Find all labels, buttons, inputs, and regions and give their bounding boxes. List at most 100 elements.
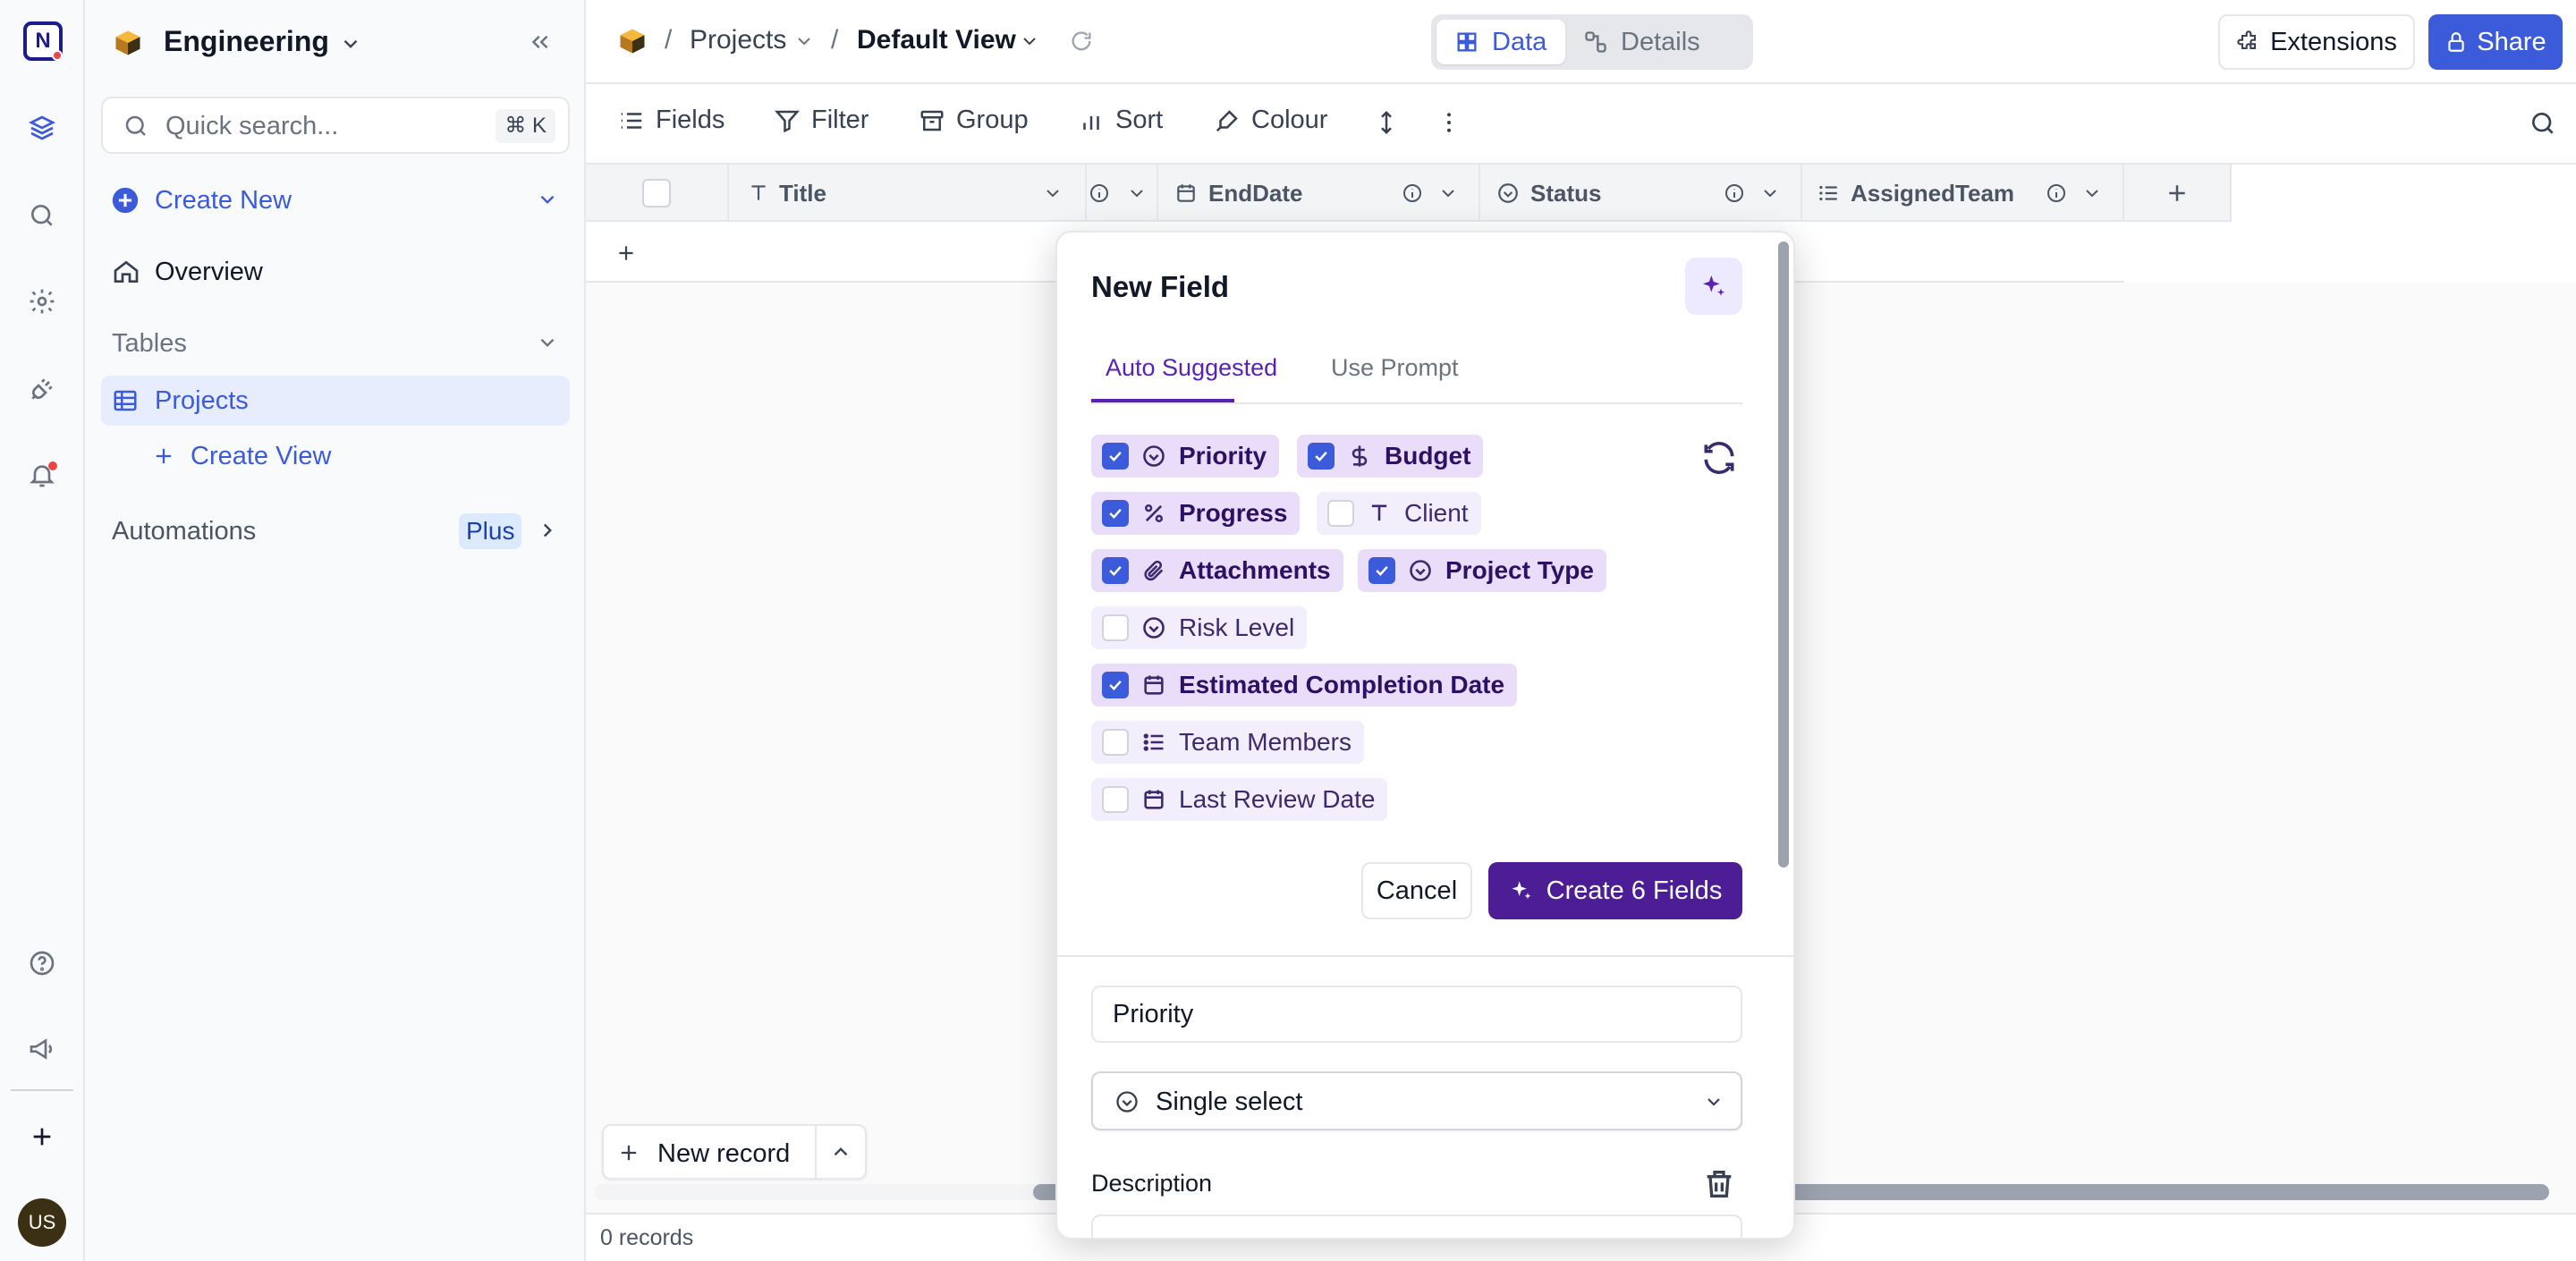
- help-icon[interactable]: [21, 943, 63, 984]
- tab-use-prompt[interactable]: Use Prompt: [1331, 354, 1459, 382]
- tab-data[interactable]: Data: [1436, 20, 1565, 64]
- checkbox-unchecked[interactable]: [1102, 786, 1129, 813]
- column-status[interactable]: Status: [1480, 165, 1802, 222]
- lock-icon: [2448, 32, 2464, 52]
- column-title[interactable]: Title: [729, 165, 1087, 222]
- suggestion-chip-last-review-date[interactable]: Last Review Date: [1091, 778, 1388, 821]
- sidebar-item-projects[interactable]: Projects: [101, 376, 570, 426]
- field-type-value: Single select: [1156, 1088, 1303, 1116]
- chevron-down-icon[interactable]: [339, 32, 362, 55]
- divider: [815, 1126, 817, 1178]
- checkbox-checked[interactable]: [1368, 557, 1395, 584]
- megaphone-icon[interactable]: [21, 1028, 63, 1070]
- column-title-label: Title: [779, 179, 826, 207]
- tables-section-header[interactable]: Tables: [101, 318, 570, 368]
- checkbox-unchecked[interactable]: [1102, 729, 1129, 756]
- description-input[interactable]: [1091, 1214, 1742, 1238]
- chevron-down-icon[interactable]: [1437, 182, 1459, 204]
- ai-sparkle-button[interactable]: [1685, 258, 1742, 315]
- extensions-button[interactable]: Extensions: [2218, 14, 2415, 70]
- checkbox-checked[interactable]: [1102, 672, 1129, 698]
- row-height-icon[interactable]: [1373, 109, 1400, 136]
- create-new-button[interactable]: Create New: [101, 175, 570, 225]
- grid-header: Title EndDate Status AssignedTeam: [586, 165, 2232, 222]
- info-icon[interactable]: [1724, 182, 1745, 204]
- trash-icon[interactable]: [1701, 1166, 1737, 1202]
- column-enddate[interactable]: EndDate: [1158, 165, 1480, 222]
- column-assignedteam-label: AssignedTeam: [1851, 179, 2015, 207]
- suggestion-chip-progress[interactable]: Progress: [1091, 492, 1301, 535]
- checkbox-checked[interactable]: [1308, 443, 1335, 470]
- breadcrumb-view[interactable]: Default View: [857, 25, 1016, 55]
- chevron-down-icon[interactable]: [2081, 182, 2103, 204]
- create-fields-button[interactable]: Create 6 Fields: [1488, 862, 1742, 919]
- add-column-button[interactable]: [2124, 165, 2232, 222]
- plus-icon: [619, 246, 633, 260]
- view-toolbar: Fields Filter Group Sort Colour: [586, 84, 2576, 165]
- collapse-sidebar-icon[interactable]: [527, 29, 554, 55]
- plus-icon[interactable]: [21, 1116, 63, 1157]
- dialog-scrollbar[interactable]: [1778, 241, 1789, 867]
- fields-button[interactable]: Fields: [618, 106, 724, 135]
- chevron-down-icon[interactable]: [1759, 182, 1781, 204]
- column-hidden-partial[interactable]: [1087, 165, 1158, 222]
- share-button[interactable]: Share: [2428, 14, 2563, 70]
- more-icon[interactable]: [1436, 109, 1462, 136]
- field-type-select[interactable]: Single select: [1091, 1071, 1742, 1130]
- extensions-label: Extensions: [2270, 27, 2397, 56]
- search-icon[interactable]: [2529, 109, 2557, 138]
- home-icon: [114, 260, 139, 283]
- filter-button[interactable]: Filter: [774, 106, 869, 135]
- suggestion-chip-risk-level[interactable]: Risk Level: [1091, 606, 1308, 649]
- refresh-icon[interactable]: [1699, 438, 1739, 478]
- tab-auto-suggested[interactable]: Auto Suggested: [1106, 354, 1277, 382]
- settings-icon[interactable]: [21, 281, 63, 322]
- suggestion-chip-attachments[interactable]: Attachments: [1091, 549, 1343, 592]
- checkbox-checked[interactable]: [1102, 500, 1129, 527]
- checkbox-checked[interactable]: [1102, 443, 1129, 470]
- search-icon[interactable]: [21, 195, 63, 236]
- quick-search-input[interactable]: Quick search... ⌘ K: [101, 97, 570, 154]
- suggestion-chip-team-members[interactable]: Team Members: [1091, 721, 1364, 764]
- cancel-button[interactable]: Cancel: [1361, 862, 1472, 919]
- suggestion-chip-budget[interactable]: Budget: [1297, 435, 1484, 478]
- database-icon[interactable]: [21, 107, 63, 148]
- create-view-button[interactable]: Create View: [101, 431, 570, 481]
- tab-details[interactable]: Details: [1574, 20, 1748, 64]
- search-icon: [125, 115, 146, 136]
- chevron-down-icon[interactable]: [1019, 30, 1040, 52]
- user-avatar[interactable]: US: [18, 1198, 66, 1247]
- chevron-down-icon: [540, 338, 555, 347]
- bell-icon[interactable]: [21, 454, 63, 495]
- new-record-button[interactable]: New record: [602, 1124, 867, 1180]
- suggestion-chip-priority[interactable]: Priority: [1091, 435, 1280, 478]
- suggestion-chip-project-type[interactable]: Project Type: [1358, 549, 1606, 592]
- column-assignedteam[interactable]: AssignedTeam: [1802, 165, 2124, 222]
- sort-button[interactable]: Sort: [1078, 106, 1163, 135]
- chevron-up-icon[interactable]: [829, 1140, 852, 1164]
- suggestion-chip-client[interactable]: Client: [1317, 492, 1481, 535]
- select-all-checkbox[interactable]: [642, 179, 671, 207]
- table-icon: [114, 390, 137, 411]
- reload-icon[interactable]: [1069, 29, 1094, 54]
- info-icon[interactable]: [1402, 182, 1423, 204]
- notification-dot: [52, 50, 63, 61]
- checkbox-unchecked[interactable]: [1327, 500, 1354, 527]
- calendar-icon: [1144, 675, 1164, 695]
- app-rail: N US: [0, 0, 85, 1261]
- colour-button[interactable]: Colour: [1214, 106, 1327, 135]
- checkbox-checked[interactable]: [1102, 557, 1129, 584]
- chevron-down-icon[interactable]: [793, 30, 815, 52]
- info-icon[interactable]: [2046, 182, 2067, 204]
- suggestion-chip-estimated-completion-date[interactable]: Estimated Completion Date: [1091, 664, 1518, 707]
- chevron-down-icon[interactable]: [1042, 182, 1063, 204]
- group-button[interactable]: Group: [919, 106, 1029, 135]
- sidebar-item-overview[interactable]: Overview: [101, 247, 570, 297]
- field-name-input[interactable]: Priority: [1091, 986, 1742, 1043]
- checkbox-unchecked[interactable]: [1102, 614, 1129, 641]
- breadcrumb-separator: /: [665, 25, 673, 55]
- plug-icon[interactable]: [21, 368, 63, 410]
- workspace-name[interactable]: Engineering: [164, 25, 329, 58]
- breadcrumb-table[interactable]: Projects: [690, 25, 786, 55]
- multi-select-icon: [1819, 185, 1837, 201]
